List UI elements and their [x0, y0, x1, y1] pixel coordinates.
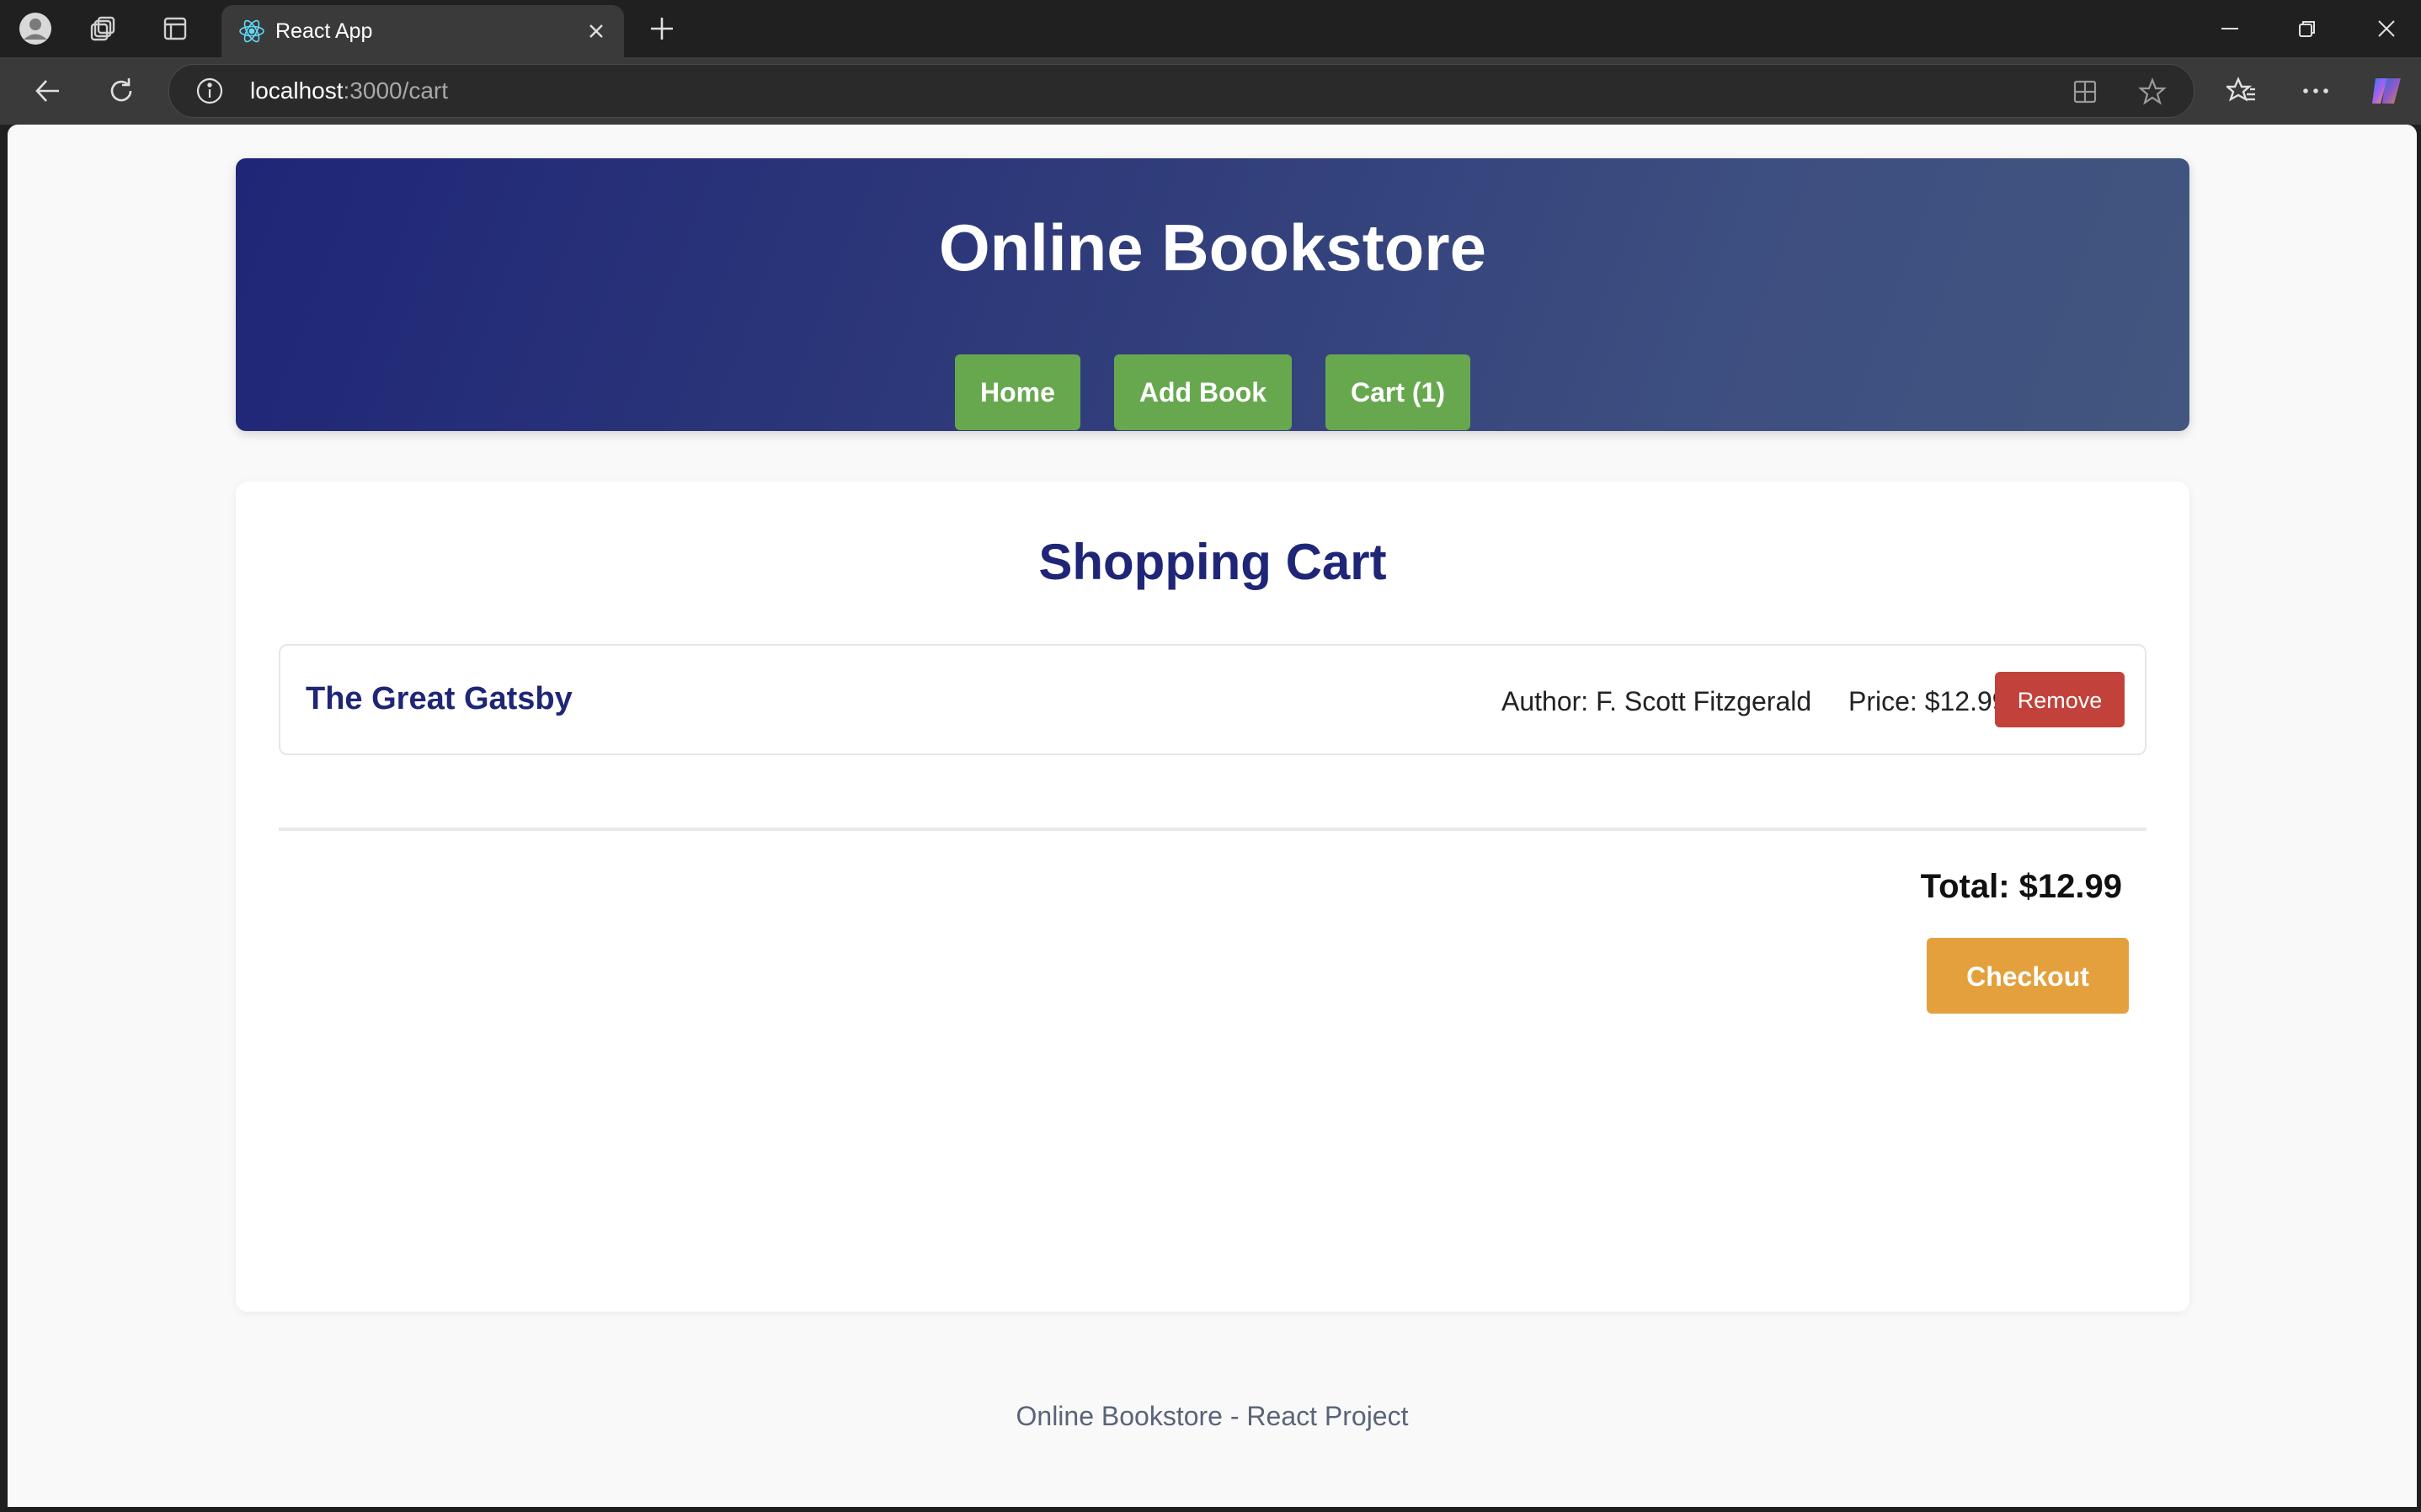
cart-title: Shopping Cart: [1038, 534, 1387, 590]
item-title: The Great Gatsby: [306, 681, 573, 716]
browser-toolbar: localhost:3000/cart: [0, 57, 2421, 125]
back-icon[interactable]: [29, 74, 66, 108]
page-viewport: Online Bookstore Home Add Book Cart (1) …: [8, 125, 2417, 1507]
url-text: localhost:3000/cart: [250, 77, 449, 104]
site-header: Online Bookstore Home Add Book Cart (1): [236, 158, 2189, 431]
restore-icon[interactable]: [2289, 12, 2326, 45]
tab-actions-icon[interactable]: [158, 12, 192, 45]
app-available-icon[interactable]: [2068, 75, 2102, 109]
reload-icon[interactable]: [103, 74, 140, 108]
copilot-icon[interactable]: [2368, 74, 2405, 108]
minimize-icon[interactable]: [2211, 12, 2248, 45]
active-tab[interactable]: React App: [221, 5, 624, 57]
address-bar[interactable]: localhost:3000/cart: [168, 64, 2194, 118]
profile-avatar-icon[interactable]: [19, 12, 52, 45]
browser-tab-bar: React App: [0, 0, 2421, 57]
workspaces-icon[interactable]: [88, 12, 121, 45]
close-tab-icon[interactable]: [584, 19, 609, 44]
item-price: Price: $12.99: [1848, 686, 2008, 716]
nav-add-book-button[interactable]: Add Book: [1113, 354, 1292, 430]
page-footer: Online Bookstore - React Project: [1016, 1401, 1409, 1431]
checkout-button[interactable]: Checkout: [1927, 938, 2129, 1014]
site-title: Online Bookstore: [938, 210, 1487, 285]
react-logo-icon: [238, 18, 265, 45]
new-tab-icon[interactable]: [645, 12, 679, 45]
more-options-icon[interactable]: [2297, 74, 2334, 108]
nav-cart-button[interactable]: Cart (1): [1325, 354, 1470, 430]
tab-title: React App: [275, 19, 373, 43]
item-author: Author: F. Scott Fitzgerald: [1501, 686, 1812, 716]
cart-total: Total: $12.99: [1920, 868, 2122, 905]
cart-card: Shopping Cart The Great Gatsby Author: F…: [236, 482, 2189, 1312]
nav-home-button[interactable]: Home: [954, 354, 1080, 430]
main-nav: Home Add Book Cart (1): [236, 354, 2189, 430]
favorite-star-icon[interactable]: [2136, 75, 2169, 109]
divider: [279, 828, 2146, 831]
cart-item: The Great Gatsby Author: F. Scott Fitzge…: [279, 644, 2146, 755]
close-window-icon[interactable]: [2368, 12, 2405, 45]
favorites-icon[interactable]: [2223, 74, 2260, 108]
remove-button[interactable]: Remove: [1995, 672, 2125, 727]
site-info-icon[interactable]: [195, 76, 225, 106]
